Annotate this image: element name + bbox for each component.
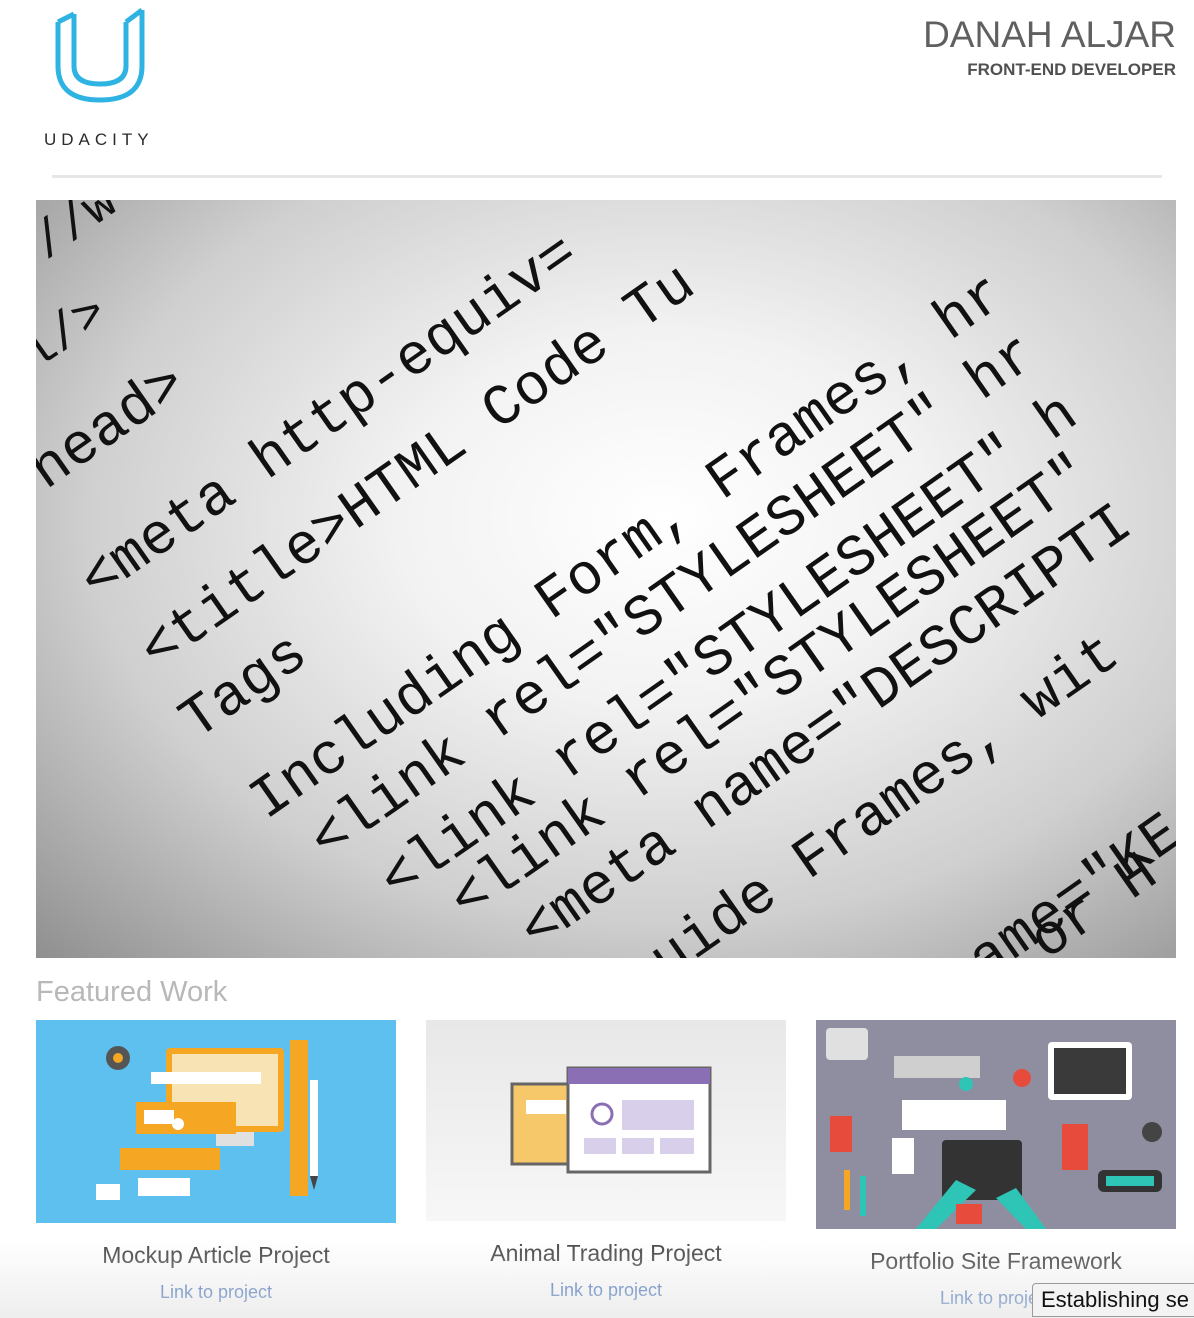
project-thumbnail[interactable]: [816, 1020, 1176, 1229]
project-thumbnail[interactable]: [426, 1020, 786, 1221]
workspace-illustration-icon: [826, 1028, 1162, 1229]
project-link[interactable]: Link to project: [426, 1280, 786, 1301]
code-line: //w: [36, 200, 129, 273]
subtitle: FRONT-END DEVELOPER: [967, 60, 1176, 79]
project-title: Animal Trading Project: [490, 1240, 722, 1266]
header-divider: [52, 175, 1162, 178]
project-title: Portfolio Site Framework: [870, 1248, 1122, 1274]
code-lines: //wl/>head><meta http-equiv=<title>HTML …: [36, 200, 1176, 958]
project-title: Mockup Article Project: [102, 1242, 330, 1268]
project-link[interactable]: Link to project: [36, 1282, 396, 1303]
featured-work-heading: Featured Work: [36, 976, 228, 1008]
trading-cards-illustration-icon: [510, 1066, 712, 1174]
code-line: l/>: [36, 285, 119, 383]
udacity-u-icon: [55, 8, 145, 103]
project-thumbnail[interactable]: [36, 1020, 396, 1223]
mockup-illustration-icon: [96, 1040, 318, 1200]
status-bar: Establishing se: [1032, 1283, 1194, 1317]
hero-image: //w l/> head> <meta http-equiv= <title>HTML …: [36, 200, 1176, 958]
logo-text: UDACITY: [44, 130, 154, 149]
code-line: head>: [36, 352, 199, 505]
udacity-logo[interactable]: UDACITY: [44, 8, 162, 149]
page-title: DANAH ALJAR: [923, 14, 1176, 55]
